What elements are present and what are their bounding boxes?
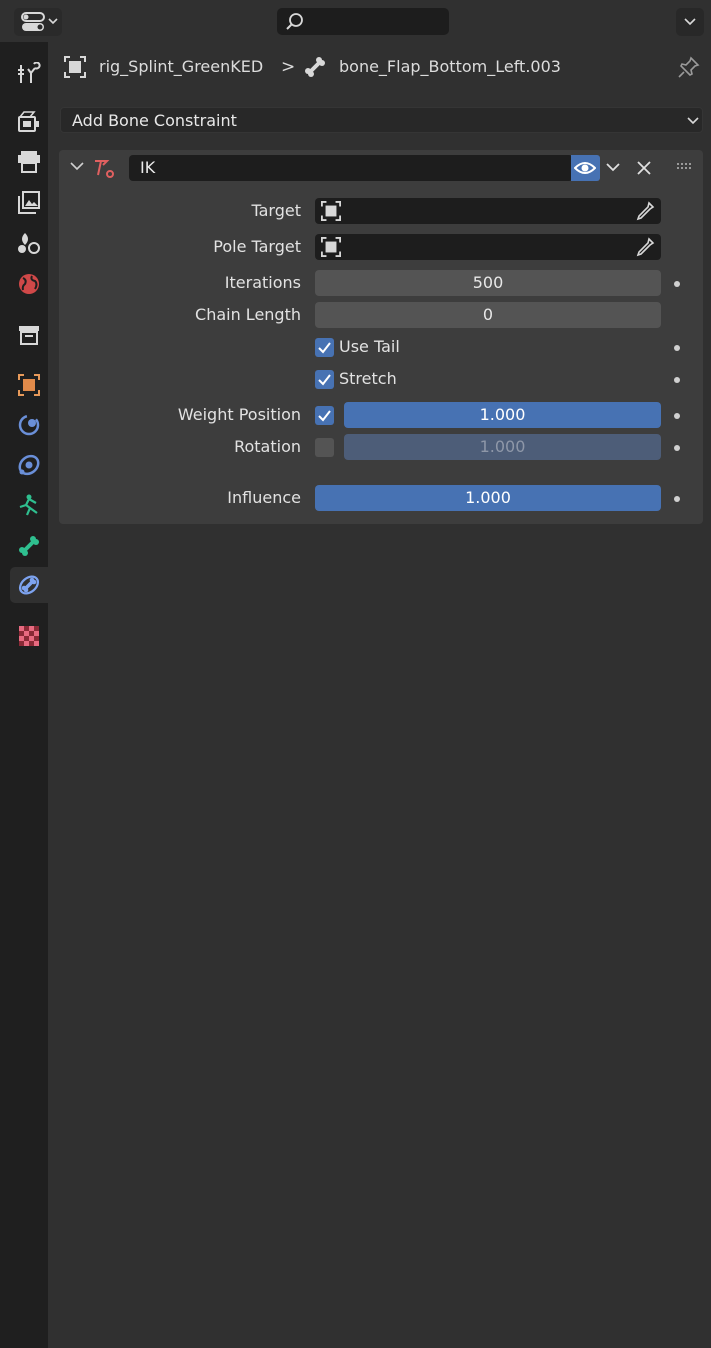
object-icon: [18, 374, 40, 396]
chevron-down-icon: [684, 18, 696, 26]
keyframe-dot[interactable]: [674, 345, 680, 351]
output-icon: [18, 151, 40, 173]
armature-object-icon: [64, 56, 86, 78]
weight-position-checkbox[interactable]: [315, 406, 334, 425]
scene-icon: [18, 233, 40, 254]
world-icon: [19, 274, 39, 294]
object-constraints-tab[interactable]: [10, 447, 48, 483]
constraint-visibility-toggle[interactable]: [571, 155, 600, 181]
scene-tab[interactable]: [10, 225, 48, 261]
keyframe-dot[interactable]: [674, 377, 680, 383]
object-data-tab[interactable]: [10, 487, 48, 523]
influence-slider[interactable]: 1.000: [315, 485, 661, 511]
bone-icon: [19, 536, 39, 556]
close-icon[interactable]: [636, 160, 652, 176]
weight-position-slider[interactable]: 1.000: [344, 402, 661, 428]
use-tail-checkbox[interactable]: [315, 338, 334, 357]
editor-type-icon: [21, 12, 58, 31]
collapse-chevron-icon[interactable]: [69, 161, 85, 173]
rotation-slider[interactable]: 1.000: [344, 434, 661, 460]
search-input[interactable]: [277, 8, 449, 35]
stretch-checkbox[interactable]: [315, 370, 334, 389]
bone-tab[interactable]: [10, 528, 48, 564]
keyframe-dot[interactable]: [674, 413, 680, 419]
keyframe-dot[interactable]: [674, 281, 680, 287]
render-tab[interactable]: [10, 104, 48, 140]
eye-icon: [574, 162, 596, 174]
influence-label: Influence: [227, 488, 301, 507]
pole-target-label: Pole Target: [213, 237, 301, 256]
add-bone-constraint-dropdown[interactable]: Add Bone Constraint: [60, 107, 703, 133]
constraint-name-value: IK: [140, 158, 156, 177]
tool-icon: [18, 62, 41, 83]
texture-icon: [19, 626, 39, 646]
stretch-label: Stretch: [339, 369, 397, 388]
tool-tab[interactable]: [10, 56, 48, 92]
chevron-down-icon: [687, 117, 699, 125]
world-tab[interactable]: [10, 266, 48, 302]
editor-type-button[interactable]: [14, 8, 62, 36]
eyedropper-icon[interactable]: [635, 237, 655, 257]
breadcrumb-bone: bone_Flap_Bottom_Left.003: [339, 57, 561, 76]
collection-icon: [19, 326, 39, 345]
view-layer-icon: [18, 191, 40, 214]
keyframe-dot[interactable]: [674, 496, 680, 502]
rotation-checkbox[interactable]: [315, 438, 334, 457]
target-field[interactable]: [315, 198, 661, 224]
pole-target-field[interactable]: [315, 234, 661, 260]
rotation-label: Rotation: [234, 437, 301, 456]
armature-icon: [19, 494, 38, 516]
weight-position-label: Weight Position: [177, 405, 301, 424]
collection-tab[interactable]: [10, 317, 48, 353]
bone-icon: [305, 57, 325, 77]
texture-tab[interactable]: [10, 618, 48, 654]
constraint-options-chevron-icon[interactable]: [605, 162, 621, 174]
breadcrumb-object: rig_Splint_GreenKED: [99, 57, 264, 76]
object-icon: [321, 201, 341, 221]
keyframe-dot[interactable]: [674, 445, 680, 451]
pin-icon[interactable]: [678, 56, 700, 78]
bone-constraint-icon: [18, 575, 40, 595]
eyedropper-icon[interactable]: [635, 201, 655, 221]
options-dropdown[interactable]: [676, 8, 704, 36]
checkmark-icon: [318, 410, 331, 422]
modifier-icon: [18, 414, 40, 436]
iterations-label: Iterations: [224, 273, 301, 292]
top-bar: [0, 0, 711, 42]
use-tail-label: Use Tail: [339, 337, 400, 356]
chain-length-label: Chain Length: [195, 305, 301, 324]
render-icon: [18, 111, 39, 132]
object-tab[interactable]: [10, 367, 48, 403]
output-tab[interactable]: [10, 144, 48, 180]
breadcrumb-separator: >: [281, 57, 296, 77]
chain-length-field[interactable]: 0: [315, 302, 661, 328]
checkmark-icon: [318, 342, 331, 354]
iterations-field[interactable]: 500: [315, 270, 661, 296]
constraint-name-input[interactable]: IK: [129, 155, 573, 181]
view-layer-tab[interactable]: [10, 185, 48, 221]
bone-constraints-tab[interactable]: [10, 567, 48, 603]
object-icon: [321, 237, 341, 257]
search-icon: [286, 13, 303, 30]
modifiers-tab[interactable]: [10, 407, 48, 443]
checkmark-icon: [318, 374, 331, 386]
ik-constraint-icon: [95, 160, 114, 178]
target-label: Target: [251, 201, 302, 220]
drag-handle-icon[interactable]: [677, 162, 693, 170]
add-bone-constraint-label: Add Bone Constraint: [72, 111, 237, 130]
object-constraint-icon: [18, 454, 40, 476]
properties-tab-bar: [0, 42, 48, 1348]
